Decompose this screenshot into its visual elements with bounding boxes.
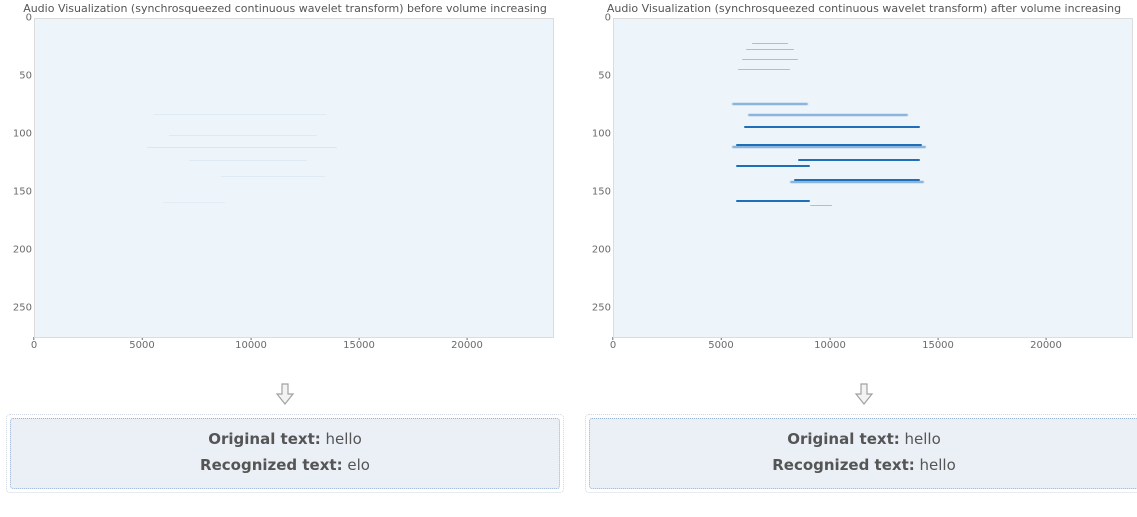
chart-after: Audio Visualization (synchrosqueezed con… bbox=[585, 0, 1137, 380]
ytick: 100 bbox=[13, 129, 32, 140]
ytick: 200 bbox=[592, 245, 611, 256]
chart-before: Audio Visualization (synchrosqueezed con… bbox=[6, 0, 564, 380]
result-original-after: Original text: hello bbox=[594, 427, 1134, 453]
result-outer-before: Original text: hello Recognized text: el… bbox=[6, 414, 564, 493]
result-recognized-before: Recognized text: elo bbox=[15, 453, 555, 479]
xtick: 10000 bbox=[235, 340, 267, 351]
page: Audio Visualization (synchrosqueezed con… bbox=[0, 0, 1137, 517]
result-recognized-after: Recognized text: hello bbox=[594, 453, 1134, 479]
result-original-before: Original text: hello bbox=[15, 427, 555, 453]
xtick: 10000 bbox=[814, 340, 846, 351]
ytick: 250 bbox=[13, 303, 32, 314]
panel-before: Audio Visualization (synchrosqueezed con… bbox=[6, 0, 564, 493]
down-arrow-icon bbox=[275, 382, 295, 406]
ytick: 200 bbox=[13, 245, 32, 256]
plot-area-before bbox=[34, 18, 554, 338]
down-arrow-icon bbox=[854, 382, 874, 406]
result-box-before: Original text: hello Recognized text: el… bbox=[10, 418, 560, 489]
arrow-before bbox=[6, 382, 564, 414]
chart-title-before: Audio Visualization (synchrosqueezed con… bbox=[6, 2, 564, 15]
xtick: 5000 bbox=[129, 340, 154, 351]
ytick: 0 bbox=[26, 13, 32, 24]
ytick: 150 bbox=[592, 187, 611, 198]
result-box-after: Original text: hello Recognized text: he… bbox=[589, 418, 1137, 489]
panel-after: Audio Visualization (synchrosqueezed con… bbox=[585, 0, 1137, 493]
ytick: 100 bbox=[592, 129, 611, 140]
xtick: 15000 bbox=[922, 340, 954, 351]
arrow-after bbox=[585, 382, 1137, 414]
ytick: 250 bbox=[592, 303, 611, 314]
xtick: 20000 bbox=[451, 340, 483, 351]
xtick: 20000 bbox=[1030, 340, 1062, 351]
xtick: 5000 bbox=[708, 340, 733, 351]
plot-area-after bbox=[613, 18, 1133, 338]
ytick: 150 bbox=[13, 187, 32, 198]
xtick: 0 bbox=[610, 340, 616, 351]
xtick: 15000 bbox=[343, 340, 375, 351]
ytick: 0 bbox=[605, 13, 611, 24]
chart-title-after: Audio Visualization (synchrosqueezed con… bbox=[585, 2, 1137, 15]
ytick: 50 bbox=[19, 71, 32, 82]
xtick: 0 bbox=[31, 340, 37, 351]
ytick: 50 bbox=[598, 71, 611, 82]
result-outer-after: Original text: hello Recognized text: he… bbox=[585, 414, 1137, 493]
